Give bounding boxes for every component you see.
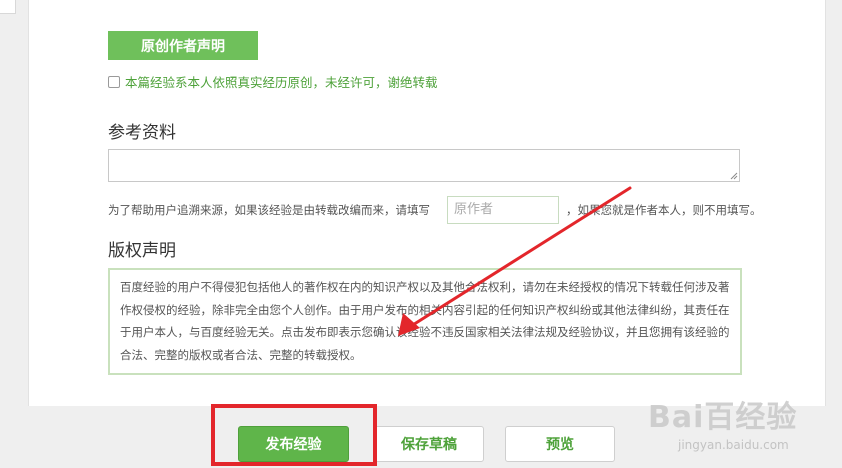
copyright-statement-text: 百度经验的用户不得侵犯包括他人的著作权在内的知识产权以及其他合法权利，请勿在未经… xyxy=(120,280,730,362)
original-checkbox-row[interactable]: 本篇经验系本人依照真实经历原创，未经许可，谢绝转载 xyxy=(108,72,438,91)
watermark-logo: Bai百经验 xyxy=(648,400,798,435)
copyright-title: 版权声明 xyxy=(108,241,176,261)
publish-highlight-box xyxy=(211,404,377,466)
save-draft-button[interactable]: 保存草稿 xyxy=(374,426,484,462)
copyright-statement-box: 百度经验的用户不得侵犯包括他人的著作权在内的知识产权以及其他合法权利，请勿在未经… xyxy=(108,268,742,375)
references-help-text-before: 为了帮助用户追溯来源，如果该经验是由转载改编而来，请填写 xyxy=(108,203,430,217)
original-checkbox-label: 本篇经验系本人依照真实经历原创，未经许可，谢绝转载 xyxy=(125,75,438,90)
baidu-jingyan-watermark: Bai百经验 jingyan.baidu.com xyxy=(648,392,838,462)
original-author-input[interactable]: 原作者 xyxy=(447,196,559,224)
original-checkbox[interactable] xyxy=(108,75,120,88)
preview-button[interactable]: 预览 xyxy=(505,426,615,462)
references-help-row: 为了帮助用户追溯来源，如果该经验是由转载改编而来，请填写 原作者 ，如果您就是作… xyxy=(108,196,798,224)
window-corner-fragment xyxy=(0,0,16,14)
original-author-button[interactable]: 原创作者声明 xyxy=(108,31,258,60)
resize-handle-icon[interactable] xyxy=(730,172,738,180)
references-title: 参考资料 xyxy=(108,123,176,143)
watermark-url: jingyan.baidu.com xyxy=(678,438,789,452)
references-textarea[interactable] xyxy=(108,149,740,182)
references-help-text-after: ，如果您就是作者本人，则不用填写。 xyxy=(566,203,762,217)
